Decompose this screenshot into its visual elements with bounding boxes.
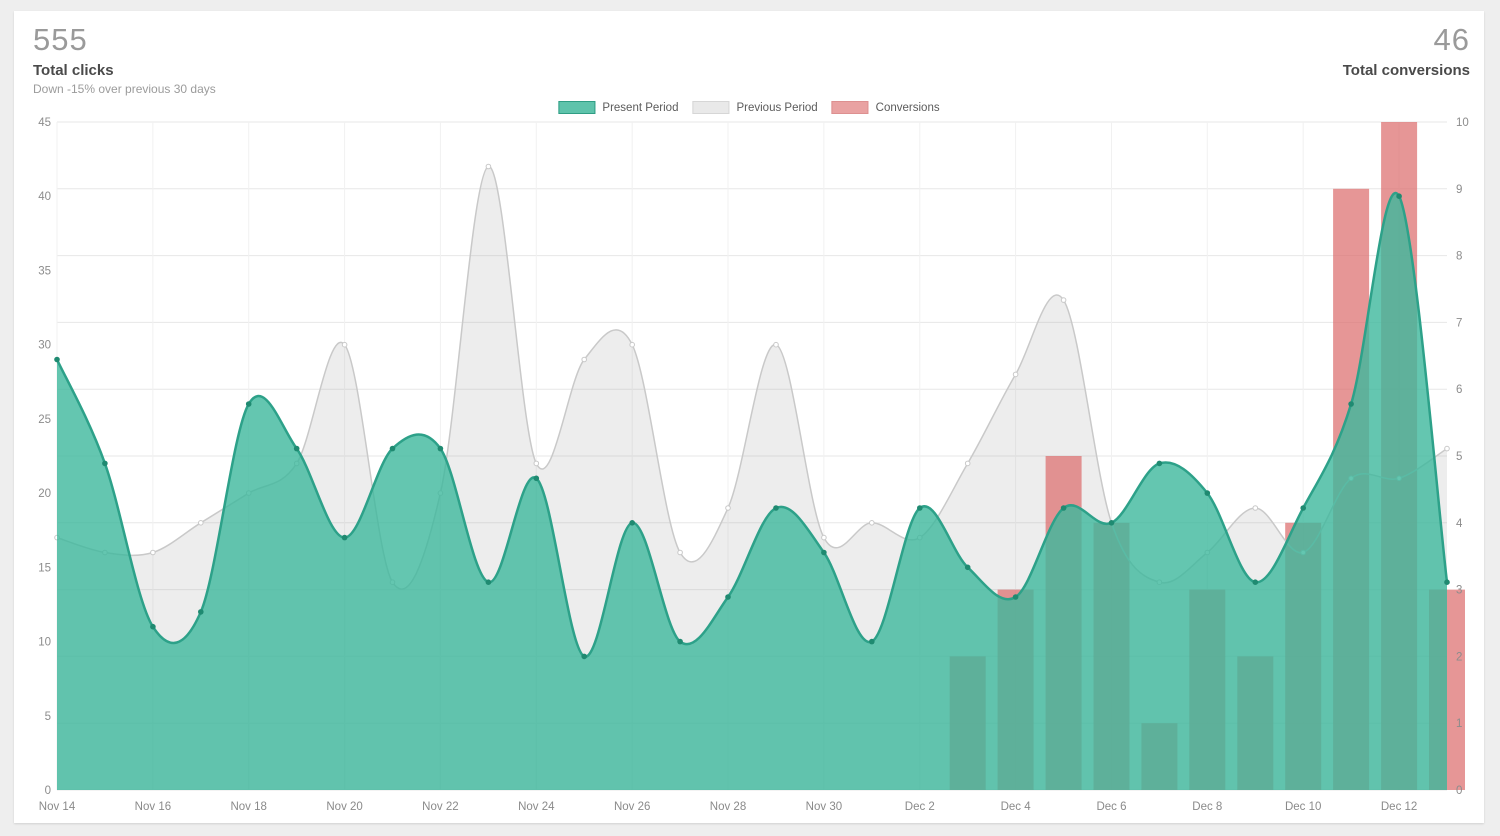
chart-legend: Present Period Previous Period Conversio…	[558, 101, 939, 114]
data-point	[1157, 461, 1163, 467]
present-period-swatch	[558, 101, 595, 114]
data-point	[390, 446, 396, 452]
data-point	[246, 401, 252, 407]
right-axis-tick: 2	[1456, 651, 1462, 663]
data-point	[1205, 490, 1211, 496]
data-point	[725, 594, 731, 600]
x-axis-tick: Dec 8	[1192, 801, 1222, 813]
x-axis-tick: Dec 2	[905, 801, 935, 813]
right-axis-tick: 0	[1456, 785, 1462, 797]
x-axis-tick: Dec 6	[1096, 801, 1126, 813]
left-axis-tick: 0	[45, 785, 51, 797]
legend-item-previous-period[interactable]: Previous Period	[692, 101, 817, 114]
legend-label: Conversions	[876, 102, 940, 114]
data-point	[1253, 579, 1259, 585]
left-axis-tick: 35	[38, 265, 51, 277]
data-point	[581, 654, 587, 660]
left-axis-tick: 10	[38, 637, 51, 649]
right-axis-tick: 10	[1456, 117, 1469, 129]
x-axis-tick: Nov 24	[518, 801, 555, 813]
right-axis-tick: 8	[1456, 251, 1462, 263]
data-point	[1396, 193, 1402, 199]
x-axis-tick: Nov 22	[422, 801, 458, 813]
left-axis-tick: 20	[38, 488, 51, 500]
legend-item-present-period[interactable]: Present Period	[558, 101, 678, 114]
data-point	[342, 535, 348, 541]
right-axis-tick: 5	[1456, 451, 1462, 463]
x-axis-tick: Dec 10	[1285, 801, 1321, 813]
left-axis-tick: 15	[38, 562, 51, 574]
x-axis-tick: Nov 18	[230, 801, 266, 813]
x-axis-labels: Nov 14 Nov 16 Nov 18 Nov 20 Nov 22 Nov 24 Nov …	[39, 801, 1418, 813]
data-point	[629, 520, 635, 526]
data-point	[1061, 505, 1067, 511]
data-point	[54, 357, 60, 363]
data-point	[198, 609, 204, 615]
data-point	[1109, 520, 1115, 526]
data-point	[821, 550, 827, 556]
data-point	[534, 476, 540, 482]
right-axis-tick: 1	[1456, 718, 1462, 730]
data-point	[1300, 505, 1306, 511]
right-axis-tick: 7	[1456, 317, 1462, 329]
x-axis-tick: Nov 26	[614, 801, 650, 813]
analytics-card: 555 Total clicks Down -15% over previous…	[14, 11, 1484, 823]
data-point	[486, 579, 492, 585]
x-axis-tick: Nov 28	[710, 801, 746, 813]
previous-period-swatch	[692, 101, 729, 114]
left-axis-tick: 30	[38, 340, 51, 352]
data-point	[869, 639, 875, 645]
left-axis-tick: 40	[38, 191, 51, 203]
conversions-swatch	[832, 101, 869, 114]
right-axis-tick: 3	[1456, 585, 1462, 597]
data-point	[294, 446, 300, 452]
data-point	[150, 624, 156, 630]
legend-item-conversions[interactable]: Conversions	[832, 101, 940, 114]
data-point	[965, 565, 971, 571]
legend-label: Present Period	[602, 102, 678, 114]
data-point	[1348, 401, 1354, 407]
x-axis-tick: Dec 4	[1001, 801, 1032, 813]
data-point	[1444, 579, 1450, 585]
left-axis-tick: 5	[45, 711, 51, 723]
right-axis-tick: 9	[1456, 184, 1462, 196]
x-axis-tick: Dec 12	[1381, 801, 1417, 813]
x-axis-tick: Nov 30	[806, 801, 842, 813]
data-point	[917, 505, 923, 511]
combo-chart: 051015202530354045012345678910Nov 14Nov …	[14, 11, 1484, 823]
data-point	[773, 505, 779, 511]
data-point	[677, 639, 683, 645]
right-axis-tick: 6	[1456, 384, 1462, 396]
left-axis-labels: 0 5 10 15 20 25 30 35 40 45	[38, 117, 51, 797]
data-point	[1013, 594, 1019, 600]
left-axis-tick: 25	[38, 414, 51, 426]
left-axis-tick: 45	[38, 117, 51, 129]
x-axis-tick: Nov 16	[135, 801, 171, 813]
right-axis-tick: 4	[1456, 518, 1463, 530]
data-point	[438, 446, 444, 452]
data-point	[102, 461, 108, 467]
x-axis-tick: Nov 14	[39, 801, 76, 813]
legend-label: Previous Period	[736, 102, 817, 114]
x-axis-tick: Nov 20	[326, 801, 362, 813]
